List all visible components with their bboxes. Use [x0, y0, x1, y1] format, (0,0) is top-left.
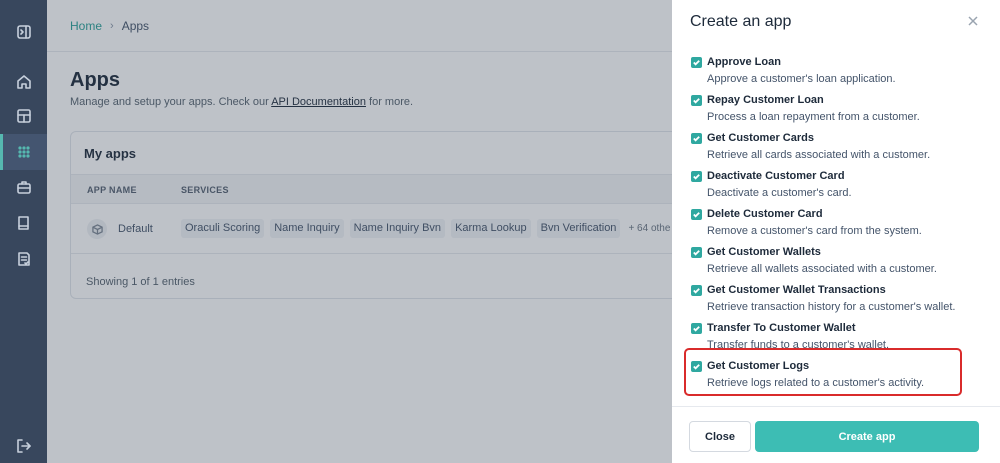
service-item-get-customer-wallets[interactable]: Get Customer Wallets Retrieve all wallet… [672, 240, 992, 278]
highlight-annotation [684, 348, 962, 396]
checkbox[interactable] [691, 285, 702, 296]
service-description: Retrieve all cards associated with a cus… [707, 149, 931, 161]
service-description: Remove a customer's card from the system… [707, 225, 922, 237]
apps-grid-icon[interactable] [0, 134, 47, 170]
service-description: Retrieve all wallets associated with a c… [707, 263, 937, 275]
service-title: Transfer To Customer Wallet [707, 322, 856, 334]
checkbox[interactable] [691, 247, 702, 258]
logout-icon[interactable] [0, 428, 47, 463]
service-item-delete-customer-card[interactable]: Delete Customer Card Remove a customer's… [672, 202, 992, 240]
service-item-approve-loan[interactable]: Approve Loan Approve a customer's loan a… [672, 50, 992, 88]
checkbox[interactable] [691, 323, 702, 334]
service-title: Delete Customer Card [707, 208, 823, 220]
panel-footer: Close Create app [672, 406, 1000, 463]
checkbox[interactable] [691, 171, 702, 182]
service-title: Repay Customer Loan [707, 94, 824, 106]
book-icon[interactable] [0, 205, 47, 241]
service-description: Approve a customer's loan application. [707, 73, 896, 85]
service-item-get-customer-wallet-transactions[interactable]: Get Customer Wallet Transactions Retriev… [672, 278, 992, 316]
sidebar [0, 0, 47, 463]
briefcase-icon[interactable] [0, 169, 47, 205]
checkbox[interactable] [691, 209, 702, 220]
create-app-button[interactable]: Create app [755, 421, 979, 452]
checkbox[interactable] [691, 133, 702, 144]
document-icon[interactable] [0, 241, 47, 277]
close-icon[interactable] [966, 14, 980, 28]
service-title: Deactivate Customer Card [707, 170, 845, 182]
service-description: Deactivate a customer's card. [707, 187, 852, 199]
home-icon[interactable] [0, 64, 47, 100]
service-title: Get Customer Cards [707, 132, 814, 144]
service-description: Process a loan repayment from a customer… [707, 111, 920, 123]
service-title: Approve Loan [707, 56, 781, 68]
panel-title: Create an app [690, 13, 792, 30]
service-item-repay-customer-loan[interactable]: Repay Customer Loan Process a loan repay… [672, 88, 992, 126]
panel-toggle-icon[interactable] [0, 14, 47, 50]
service-description: Retrieve transaction history for a custo… [707, 301, 956, 313]
service-item-get-customer-cards[interactable]: Get Customer Cards Retrieve all cards as… [672, 126, 992, 164]
service-title: Get Customer Wallets [707, 246, 821, 258]
checkbox[interactable] [691, 95, 702, 106]
layout-icon[interactable] [0, 98, 47, 134]
close-button[interactable]: Close [689, 421, 751, 452]
service-item-deactivate-customer-card[interactable]: Deactivate Customer Card Deactivate a cu… [672, 164, 992, 202]
service-title: Get Customer Wallet Transactions [707, 284, 886, 296]
checkbox[interactable] [691, 57, 702, 68]
